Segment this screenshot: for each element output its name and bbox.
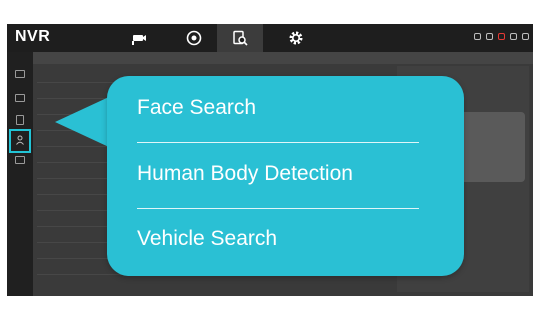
system-icons	[474, 33, 529, 40]
vehicle-icon[interactable]	[15, 156, 25, 164]
power-icon[interactable]	[522, 33, 529, 40]
sidebar	[7, 52, 33, 296]
document-icon[interactable]	[16, 115, 24, 125]
top-navigation-bar: NVR	[7, 24, 533, 52]
alarm-icon[interactable]	[498, 33, 505, 40]
menu-item-vehicle-search[interactable]: Vehicle Search	[137, 227, 277, 251]
search-icon[interactable]	[232, 30, 248, 46]
menu-item-face-search[interactable]: Face Search	[137, 96, 256, 120]
user-icon[interactable]	[16, 135, 24, 145]
search-type-callout: Face Search Human Body Detection Vehicle…	[107, 76, 464, 276]
info-icon[interactable]	[474, 33, 481, 40]
monitor-icon[interactable]	[15, 70, 25, 78]
display-icon[interactable]	[486, 33, 493, 40]
menu-item-human-body-detection[interactable]: Human Body Detection	[137, 162, 353, 186]
brand-logo: NVR	[15, 28, 51, 45]
gear-icon[interactable]	[288, 30, 304, 46]
picture-icon[interactable]	[15, 94, 25, 102]
menu-divider	[137, 142, 419, 143]
playback-icon[interactable]	[186, 30, 202, 46]
camera-icon[interactable]	[131, 30, 147, 46]
callout-pointer	[55, 96, 111, 148]
download-icon[interactable]	[510, 33, 517, 40]
content-header	[33, 52, 533, 64]
menu-divider	[137, 208, 419, 209]
